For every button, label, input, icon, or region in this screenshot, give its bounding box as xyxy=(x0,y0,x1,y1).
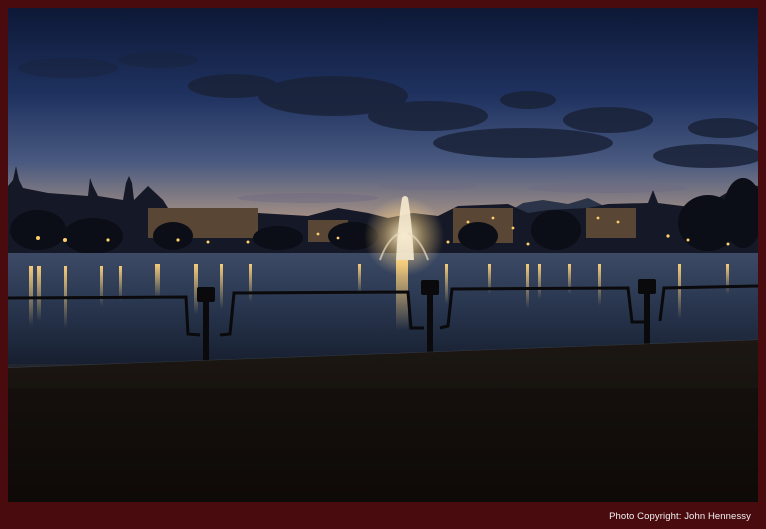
photo-copyright: Photo Copyright: John Hennessy xyxy=(609,511,751,522)
night-lake-photo xyxy=(8,8,758,502)
photo xyxy=(8,8,758,502)
